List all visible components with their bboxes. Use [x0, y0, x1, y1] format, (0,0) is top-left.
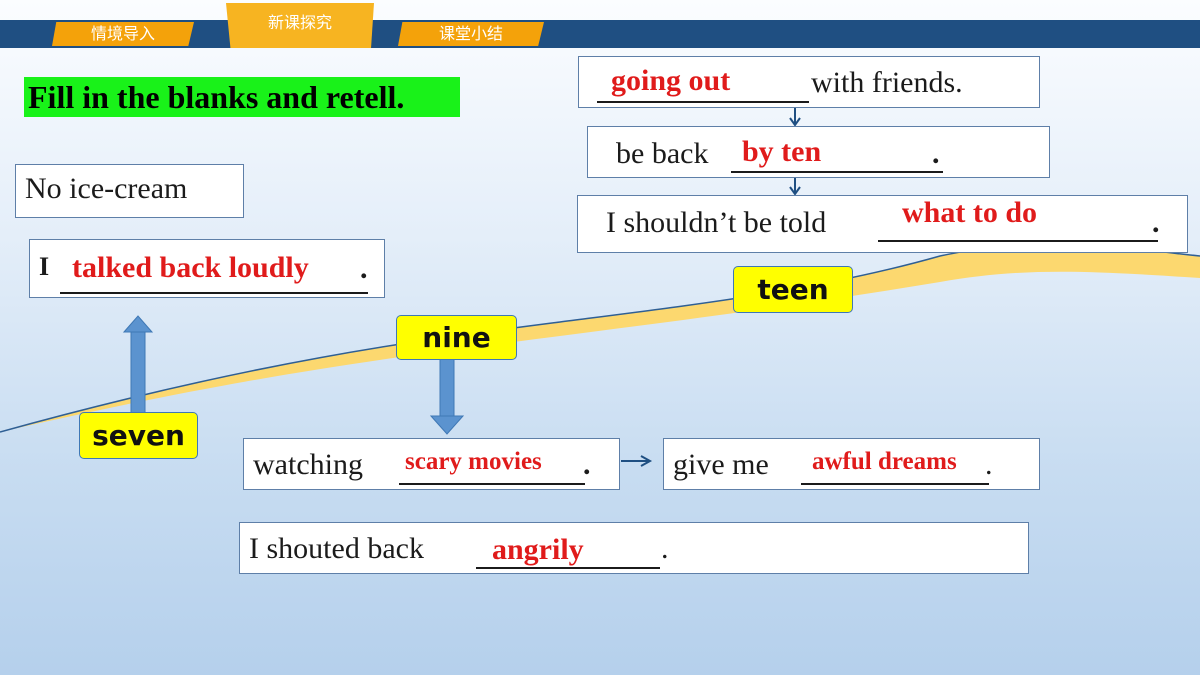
- watching-box: watching scary movies .: [243, 438, 620, 490]
- talked-back-answer: talked back loudly: [72, 251, 309, 284]
- talked-back-box: I talked back loudly .: [29, 239, 385, 298]
- watching-answer: scary movies: [405, 448, 542, 475]
- going-out-answer: going out: [611, 64, 731, 97]
- going-out-box: going out with friends.: [578, 56, 1040, 108]
- told-suffix: .: [1152, 206, 1160, 239]
- tab-new-lesson[interactable]: 新课探究: [226, 3, 374, 48]
- shouted-suffix: .: [661, 532, 669, 565]
- going-out-suffix: with friends.: [811, 66, 963, 99]
- blank-line: [878, 240, 1158, 242]
- dreams-prefix: give me: [673, 448, 769, 481]
- age-label-seven: seven: [79, 412, 198, 459]
- talked-back-suffix: .: [360, 252, 368, 285]
- tab-intro[interactable]: 情境导入: [52, 22, 194, 46]
- age-label-nine: nine: [396, 315, 517, 360]
- shouted-answer: angrily: [492, 533, 584, 566]
- watching-suffix: .: [583, 448, 591, 481]
- blank-line: [731, 171, 943, 173]
- blank-line: [60, 292, 368, 294]
- blank-line: [399, 483, 585, 485]
- age-label-teen: teen: [733, 266, 853, 313]
- right-arrow-icon: [621, 455, 653, 467]
- dreams-box: give me awful dreams .: [663, 438, 1040, 490]
- blank-line: [801, 483, 989, 485]
- shouted-box: I shouted back angrily .: [239, 522, 1029, 574]
- page-title: Fill in the blanks and retell.: [24, 77, 460, 117]
- blank-line: [476, 567, 660, 569]
- told-answer: what to do: [902, 196, 1038, 229]
- tab-summary[interactable]: 课堂小结: [398, 22, 544, 46]
- told-box: I shouldn’t be told what to do .: [577, 195, 1188, 253]
- told-prefix: I shouldn’t be told: [606, 206, 827, 239]
- watching-prefix: watching: [253, 448, 363, 481]
- shouted-prefix: I shouted back: [249, 532, 424, 565]
- ice-cream-text: No ice-cream: [25, 172, 188, 205]
- be-back-box: be back by ten .: [587, 126, 1050, 178]
- dreams-answer: awful dreams: [812, 448, 957, 475]
- ice-cream-box: No ice-cream: [15, 164, 244, 218]
- be-back-answer: by ten: [742, 135, 822, 168]
- be-back-suffix: .: [932, 137, 940, 170]
- be-back-prefix: be back: [616, 137, 709, 170]
- blank-line: [597, 101, 809, 103]
- down-arrow-icon: [429, 357, 465, 435]
- talked-back-prefix: I: [39, 252, 50, 281]
- dreams-suffix: .: [985, 448, 993, 481]
